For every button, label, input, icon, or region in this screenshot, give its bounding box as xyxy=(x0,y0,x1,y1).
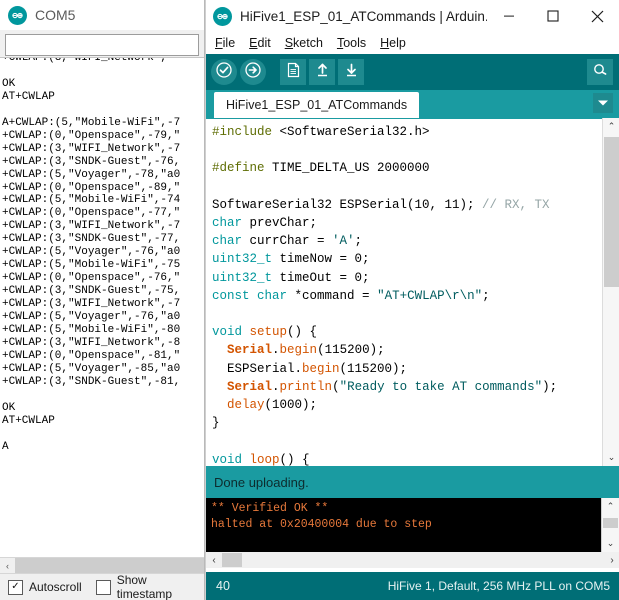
ide-tabbar: HiFive1_ESP_01_ATCommands xyxy=(206,90,619,118)
serial-monitor-footer: ✓ Autoscroll Show timestamp xyxy=(0,573,204,600)
serial-monitor-input-row xyxy=(0,30,204,59)
ide-window-title: HiFive1_ESP_01_ATCommands | Arduin... xyxy=(240,8,487,24)
scroll-track[interactable] xyxy=(15,558,204,573)
checkmark-icon xyxy=(216,61,232,83)
upload-button[interactable] xyxy=(240,59,266,85)
serial-monitor-button[interactable] xyxy=(587,59,613,85)
ide-toolbar xyxy=(206,54,619,90)
serial-monitor-output[interactable]: +CWLAP:(3,"WIFI_Network",- OK AT+CWLAP A… xyxy=(0,57,204,561)
show-timestamp-label: Show timestamp xyxy=(116,573,173,600)
editor-vertical-scrollbar[interactable]: ⌃ ⌄ xyxy=(602,118,619,466)
status-banner: Done uploading. xyxy=(206,466,619,498)
scroll-thumb[interactable] xyxy=(604,137,619,287)
magnifier-icon xyxy=(592,62,608,83)
scroll-track[interactable] xyxy=(242,552,604,568)
menu-sketch[interactable]: Sketch xyxy=(283,35,325,51)
autoscroll-checkbox[interactable]: ✓ xyxy=(8,579,23,595)
console-vertical-scrollbar[interactable]: ⌃ ⌄ xyxy=(601,498,619,552)
ide-titlebar: HiFive1_ESP_01_ATCommands | Arduin... xyxy=(206,0,619,32)
tab-sketch[interactable]: HiFive1_ESP_01_ATCommands xyxy=(214,92,420,118)
scroll-left-icon[interactable]: ‹ xyxy=(0,558,15,573)
scroll-up-icon[interactable]: ⌃ xyxy=(602,498,619,515)
new-button[interactable] xyxy=(280,59,306,85)
verify-button[interactable] xyxy=(211,59,237,85)
scroll-down-icon[interactable]: ⌄ xyxy=(603,449,619,466)
arduino-ide-window: HiFive1_ESP_01_ATCommands | Arduin... Fi… xyxy=(205,0,619,600)
close-button[interactable] xyxy=(575,0,619,32)
console-horizontal-scrollbar[interactable]: ‹ › xyxy=(206,552,619,568)
serial-send-input[interactable] xyxy=(5,34,199,56)
chevron-down-icon xyxy=(597,94,609,112)
console-text: ** Verified OK ** halted at 0x20400004 d… xyxy=(211,502,432,531)
autoscroll-label: Autoscroll xyxy=(29,580,82,594)
status-banner-text: Done uploading. xyxy=(214,474,309,490)
tab-menu-button[interactable] xyxy=(593,93,613,113)
console-output[interactable]: ** Verified OK ** halted at 0x20400004 d… xyxy=(206,498,619,552)
menu-file[interactable]: File xyxy=(213,35,237,51)
scroll-down-icon[interactable]: ⌄ xyxy=(602,535,619,552)
cursor-line-number: 40 xyxy=(216,579,230,593)
new-file-icon xyxy=(286,62,301,83)
save-button[interactable] xyxy=(338,59,364,85)
menu-help[interactable]: Help xyxy=(378,35,408,51)
ide-menubar: File Edit Sketch Tools Help xyxy=(206,32,619,54)
menu-tools[interactable]: Tools xyxy=(335,35,368,51)
show-timestamp-checkbox[interactable] xyxy=(95,579,111,595)
serial-monitor-titlebar: COM5 xyxy=(0,0,204,30)
scroll-up-icon[interactable]: ⌃ xyxy=(603,118,619,135)
serial-monitor-horizontal-scrollbar[interactable]: ‹ xyxy=(0,557,204,573)
scroll-thumb[interactable] xyxy=(603,518,618,528)
minimize-button[interactable] xyxy=(487,0,531,32)
code-editor[interactable]: #include <SoftwareSerial32.h> #define TI… xyxy=(206,118,619,466)
scroll-thumb[interactable] xyxy=(222,553,242,567)
menu-edit[interactable]: Edit xyxy=(247,35,273,51)
arduino-logo-icon xyxy=(213,6,232,26)
maximize-button[interactable] xyxy=(531,0,575,32)
board-info: HiFive 1, Default, 256 MHz PLL on COM5 xyxy=(387,579,610,593)
scroll-left-icon[interactable]: ‹ xyxy=(206,552,222,568)
tab-label: HiFive1_ESP_01_ATCommands xyxy=(226,98,408,112)
arduino-logo-icon xyxy=(8,5,27,25)
serial-monitor-log-text: +CWLAP:(3,"WIFI_Network",- OK AT+CWLAP A… xyxy=(2,57,181,453)
arrow-up-icon xyxy=(315,62,330,83)
code-text: #include <SoftwareSerial32.h> #define TI… xyxy=(212,125,558,466)
serial-monitor-title: COM5 xyxy=(35,7,76,23)
scroll-right-icon[interactable]: › xyxy=(604,552,619,568)
arrow-right-icon xyxy=(245,61,261,83)
arrow-down-icon xyxy=(344,62,359,83)
serial-monitor-window: COM5 +CWLAP:(3,"WIFI_Network",- OK AT+CW… xyxy=(0,0,205,600)
ide-statusbar: 40 HiFive 1, Default, 256 MHz PLL on COM… xyxy=(206,570,619,600)
open-button[interactable] xyxy=(309,59,335,85)
